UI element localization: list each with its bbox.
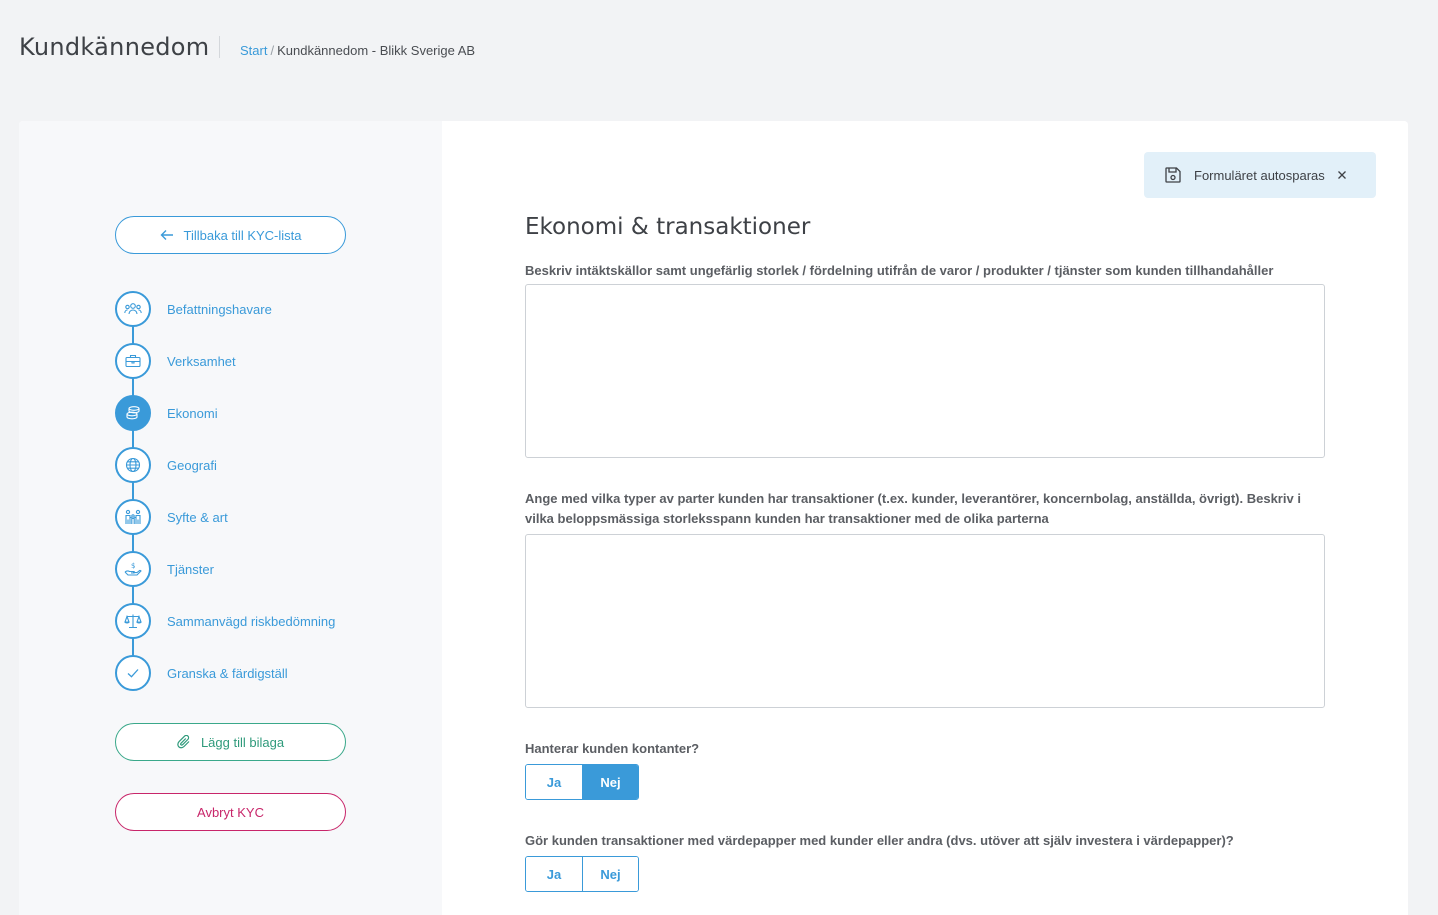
family-icon xyxy=(115,499,151,535)
coins-icon xyxy=(115,395,151,431)
back-button-label: Tillbaka till KYC-lista xyxy=(183,227,302,243)
step-sammanvagd-riskbedomning[interactable]: Sammanvägd riskbedömning xyxy=(115,603,335,639)
step-label: Ekonomi xyxy=(167,405,218,421)
kyc-card: Tillbaka till KYC-lista Befattningshavar… xyxy=(19,121,1408,915)
main-content: Formuläret autosparas Ekonomi & transakt… xyxy=(442,121,1408,915)
step-label: Befattningshavare xyxy=(167,301,272,317)
scales-icon xyxy=(115,603,151,639)
securities-toggle: Ja Nej xyxy=(525,856,639,892)
arrow-left-icon xyxy=(160,229,174,241)
page-header: Kundkännedom Start / Kundkännedom - Blikk … xyxy=(0,0,1438,100)
step-tjanster[interactable]: $ Tjänster xyxy=(115,551,214,587)
cash-toggle: Ja Nej xyxy=(525,764,639,800)
step-befattningshavare[interactable]: Befattningshavare xyxy=(115,291,272,327)
autosave-notice: Formuläret autosparas xyxy=(1144,152,1376,198)
step-label: Granska & färdigställ xyxy=(167,665,288,681)
sidebar: Tillbaka till KYC-lista Befattningshavar… xyxy=(19,121,442,915)
svg-text:$: $ xyxy=(131,562,135,570)
cancel-button-label: Avbryt KYC xyxy=(197,804,264,820)
autosave-label: Formuläret autosparas xyxy=(1194,167,1325,183)
step-label: Geografi xyxy=(167,457,217,473)
income-sources-label: Beskriv intäktskällor samt ungefärlig st… xyxy=(525,263,1274,278)
step-verksamhet[interactable]: Verksamhet xyxy=(115,343,236,379)
transaction-parties-textarea[interactable] xyxy=(525,534,1325,708)
breadcrumb-separator: / xyxy=(270,43,275,58)
save-icon xyxy=(1164,166,1182,184)
globe-icon xyxy=(115,447,151,483)
close-icon[interactable] xyxy=(1337,170,1347,180)
step-granska-fardigstall[interactable]: Granska & färdigställ xyxy=(115,655,288,691)
income-sources-textarea[interactable] xyxy=(525,284,1325,458)
page-title: Kundkännedom xyxy=(19,33,210,61)
step-ekonomi[interactable]: Ekonomi xyxy=(115,395,218,431)
cash-question-label: Hanterar kunden kontanter? xyxy=(525,741,700,756)
step-label: Verksamhet xyxy=(167,353,236,369)
paperclip-icon xyxy=(177,735,191,749)
breadcrumb: Start / Kundkännedom - Blikk Sverige AB xyxy=(240,43,475,58)
step-label: Tjänster xyxy=(167,561,214,577)
step-geografi[interactable]: Geografi xyxy=(115,447,217,483)
people-icon xyxy=(115,291,151,327)
cancel-kyc-button[interactable]: Avbryt KYC xyxy=(115,793,346,831)
breadcrumb-start-link[interactable]: Start xyxy=(240,43,267,58)
securities-no-button[interactable]: Nej xyxy=(582,857,638,891)
hand-dollar-icon: $ xyxy=(115,551,151,587)
step-syfte-art[interactable]: Syfte & art xyxy=(115,499,228,535)
step-label: Sammanvägd riskbedömning xyxy=(167,613,336,629)
cash-no-button[interactable]: Nej xyxy=(582,765,638,799)
add-attachment-button[interactable]: Lägg till bilaga xyxy=(115,723,346,761)
transaction-parties-label: Ange med vilka typer av parter kunden ha… xyxy=(525,491,1301,526)
briefcase-icon xyxy=(115,343,151,379)
back-to-kyc-list-button[interactable]: Tillbaka till KYC-lista xyxy=(115,216,346,254)
breadcrumb-current: Kundkännedom - Blikk Sverige AB xyxy=(277,43,476,58)
attach-button-label: Lägg till bilaga xyxy=(200,734,285,750)
section-title: Ekonomi & transaktioner xyxy=(525,214,811,240)
cash-yes-button[interactable]: Ja xyxy=(526,765,582,799)
check-icon xyxy=(115,655,151,691)
step-label: Syfte & art xyxy=(167,509,228,525)
securities-yes-button[interactable]: Ja xyxy=(526,857,582,891)
securities-question-label: Gör kunden transaktioner med värdepapper… xyxy=(525,833,1234,848)
header-divider xyxy=(219,36,220,58)
